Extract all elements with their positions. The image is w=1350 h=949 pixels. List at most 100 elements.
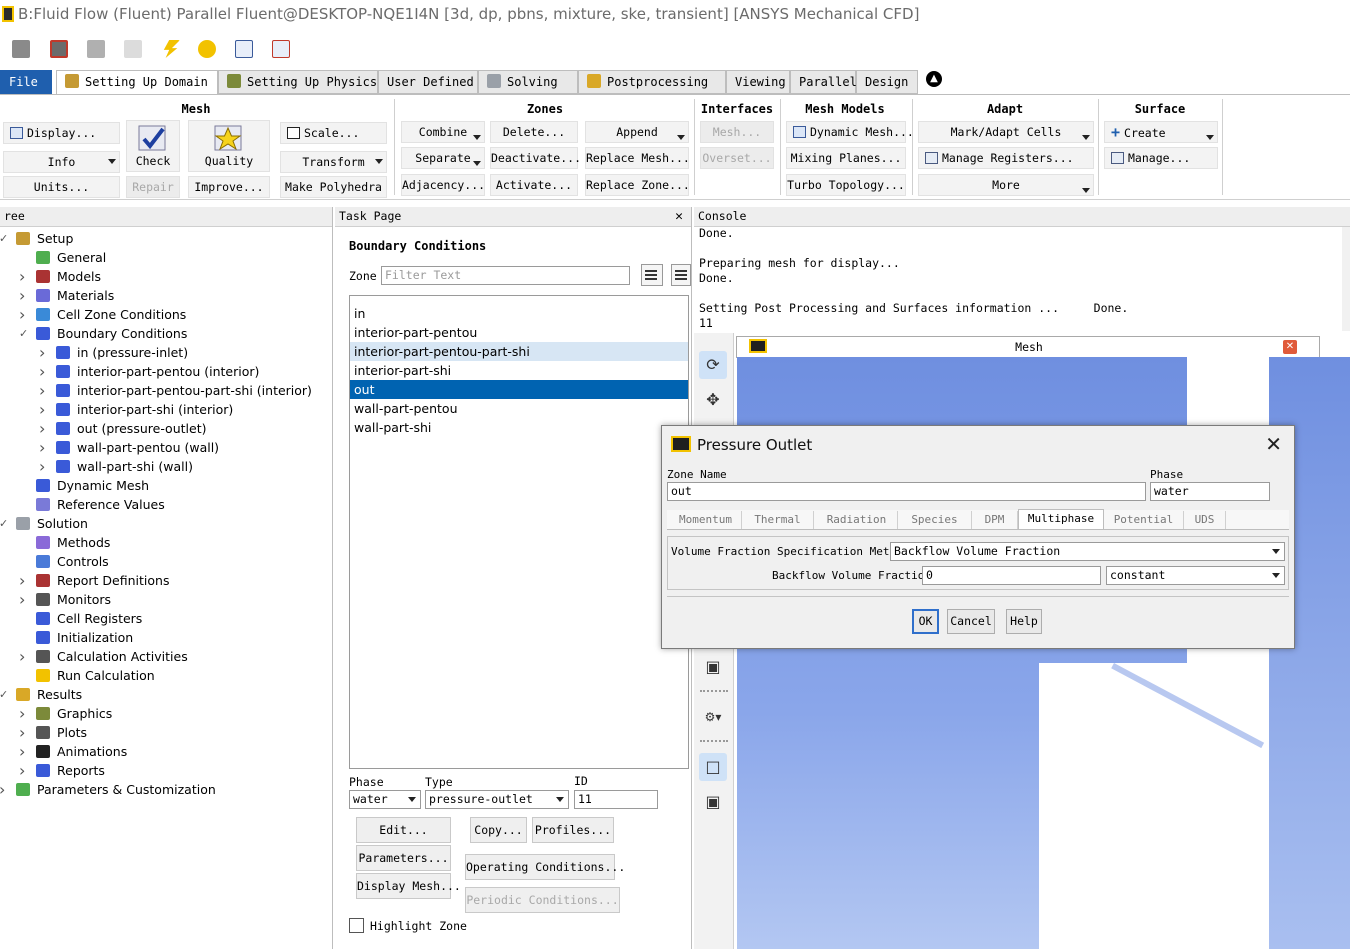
collapse-ribbon-icon[interactable]: ▲ <box>926 71 942 87</box>
tree-item[interactable]: › Reports <box>0 761 330 780</box>
mesh-cube-icon[interactable] <box>12 40 30 58</box>
tree-item[interactable]: › wall-part-shi (wall) <box>0 457 330 476</box>
cancel-button[interactable]: Cancel <box>947 609 995 634</box>
chevron-down-icon[interactable]: ✓ <box>0 685 9 704</box>
dialog-tab[interactable]: Thermal <box>742 511 814 529</box>
zones-separate-button[interactable]: Separate <box>401 147 485 169</box>
tree-item[interactable]: › interior-part-shi (interior) <box>0 400 330 419</box>
view-cube-icon[interactable]: □ <box>699 753 727 781</box>
manage-registers-button[interactable]: Manage Registers... <box>918 147 1094 169</box>
mesh-transform-button[interactable]: Transform <box>280 151 387 173</box>
pan-icon[interactable]: ✥ <box>699 386 727 414</box>
dialog-tab[interactable]: Momentum <box>670 511 742 529</box>
parallel-icon[interactable] <box>235 40 253 58</box>
operating-conditions-button[interactable]: Operating Conditions... <box>465 854 625 880</box>
tab-viewing[interactable]: Viewing <box>726 70 790 94</box>
vf-method-select[interactable]: Backflow Volume Fraction <box>890 542 1285 561</box>
tree-item[interactable]: Methods <box>0 533 330 552</box>
fit-view-icon[interactable]: ▣ <box>699 788 727 816</box>
zone-list-item[interactable]: interior-part-pentou-part-shi <box>350 342 688 361</box>
dialog-tab[interactable]: DPM <box>972 511 1018 529</box>
tree-item[interactable]: › Calculation Activities <box>0 647 330 666</box>
zones-adjacency-button[interactable]: Adjacency... <box>401 174 485 196</box>
probe-icon[interactable]: ⚙▾ <box>699 703 727 731</box>
tree-item[interactable]: › Cell Zone Conditions <box>0 305 330 324</box>
zone-list-item[interactable]: interior-part-pentou <box>350 323 688 342</box>
chevron-down-icon[interactable]: ✓ <box>19 324 29 343</box>
chevron-right-icon[interactable]: › <box>19 742 29 761</box>
mesh-read-icon[interactable] <box>50 40 68 58</box>
zones-deactivate-button[interactable]: Deactivate... <box>490 147 581 169</box>
help-button[interactable]: Help <box>1006 609 1042 634</box>
close-icon[interactable]: ✕ <box>1265 432 1282 456</box>
profiles-button[interactable]: Profiles... <box>532 817 614 843</box>
chevron-right-icon[interactable]: › <box>19 305 29 324</box>
backflow-value-field[interactable]: 0 <box>922 566 1101 585</box>
zones-combine-button[interactable]: Combine <box>401 121 485 143</box>
chevron-down-icon[interactable]: ✓ <box>0 514 9 533</box>
zones-activate-button[interactable]: Activate... <box>490 174 578 196</box>
tree-item[interactable]: › Graphics <box>0 704 330 723</box>
mesh-repair-button[interactable]: Repair <box>126 176 180 198</box>
tree-item[interactable]: ✓ Setup <box>0 229 330 248</box>
zones-replace-zone-button[interactable]: Replace Zone... <box>585 174 690 196</box>
highlight-zone-checkbox[interactable] <box>349 918 364 933</box>
mesh-check-button[interactable]: Check <box>126 120 180 172</box>
tab-postprocessing[interactable]: Postprocessing <box>578 70 726 94</box>
dialog-tab[interactable]: Radiation <box>816 511 898 529</box>
tree-item[interactable]: › Models <box>0 267 330 286</box>
tree-item[interactable]: General <box>0 248 330 267</box>
zones-replace-mesh-button[interactable]: Replace Mesh... <box>585 147 690 169</box>
ansys-logo-icon[interactable] <box>198 40 216 58</box>
tree-item[interactable]: › Report Definitions <box>0 571 330 590</box>
mixing-planes-button[interactable]: Mixing Planes... <box>786 147 906 169</box>
camera-icon[interactable]: ▣ <box>699 653 727 681</box>
mesh-scale-button[interactable]: Scale... <box>280 122 387 144</box>
mesh-quality-button[interactable]: Quality <box>188 120 270 172</box>
zone-list-item[interactable]: wall-part-pentou <box>350 399 688 418</box>
zone-name-field[interactable]: out <box>667 482 1146 501</box>
moe-icon[interactable] <box>272 40 290 58</box>
dialog-tab[interactable]: Multiphase <box>1018 509 1104 529</box>
tree-item[interactable]: ✓ Results <box>0 685 330 704</box>
dynamic-mesh-button[interactable]: Dynamic Mesh... <box>786 121 914 143</box>
chevron-right-icon[interactable]: › <box>19 286 29 305</box>
tree-item[interactable]: Run Calculation <box>0 666 330 685</box>
tree-item[interactable]: › Parameters & Customization <box>0 780 330 799</box>
tab-parallel[interactable]: Parallel <box>790 70 857 94</box>
chevron-right-icon[interactable]: › <box>19 723 29 742</box>
mesh-make-polyhedra-button[interactable]: Make Polyhedra <box>280 176 387 198</box>
phase-select[interactable]: water <box>349 790 421 809</box>
zone-filter-input[interactable]: Filter Text <box>381 266 630 285</box>
tab-file[interactable]: File <box>0 70 52 94</box>
tree-item[interactable]: › in (pressure-inlet) <box>0 343 330 362</box>
copy-button[interactable]: Copy... <box>470 817 527 843</box>
rotate-icon[interactable]: ⟳ <box>699 351 727 379</box>
list-options-icon[interactable] <box>671 264 691 286</box>
tree-item[interactable]: › wall-part-pentou (wall) <box>0 438 330 457</box>
mesh-improve-button[interactable]: Improve... <box>188 176 270 198</box>
interfaces-overset-button[interactable]: Overset... <box>700 147 774 169</box>
tab-solving[interactable]: Solving <box>478 70 578 94</box>
chevron-right-icon[interactable]: › <box>39 343 49 362</box>
tab-user-defined[interactable]: User Defined <box>378 70 478 94</box>
mark-adapt-cells-button[interactable]: Mark/Adapt Cells <box>918 121 1094 143</box>
console-scrollbar[interactable] <box>1342 227 1350 331</box>
tree-item[interactable]: › Monitors <box>0 590 330 609</box>
tree-item[interactable]: Dynamic Mesh <box>0 476 330 495</box>
tree-item[interactable]: › Animations <box>0 742 330 761</box>
zone-list-item[interactable]: out <box>350 380 688 399</box>
chevron-right-icon[interactable]: › <box>19 704 29 723</box>
parameters-button[interactable]: Parameters... <box>356 845 451 871</box>
tab-setting-up-physics[interactable]: Setting Up Physics <box>218 70 378 94</box>
id-field[interactable]: 11 <box>574 790 658 809</box>
mesh-display-button[interactable]: Display... <box>3 122 120 144</box>
surface-create-button[interactable]: + Create <box>1104 121 1218 143</box>
close-icon[interactable]: ✕ <box>1283 340 1297 354</box>
chevron-right-icon[interactable]: › <box>19 647 29 666</box>
tree-item[interactable]: › Materials <box>0 286 330 305</box>
chevron-right-icon[interactable]: › <box>39 457 49 476</box>
dialog-phase-field[interactable]: water <box>1150 482 1270 501</box>
chevron-right-icon[interactable]: › <box>19 267 29 286</box>
chevron-right-icon[interactable]: › <box>39 438 49 457</box>
